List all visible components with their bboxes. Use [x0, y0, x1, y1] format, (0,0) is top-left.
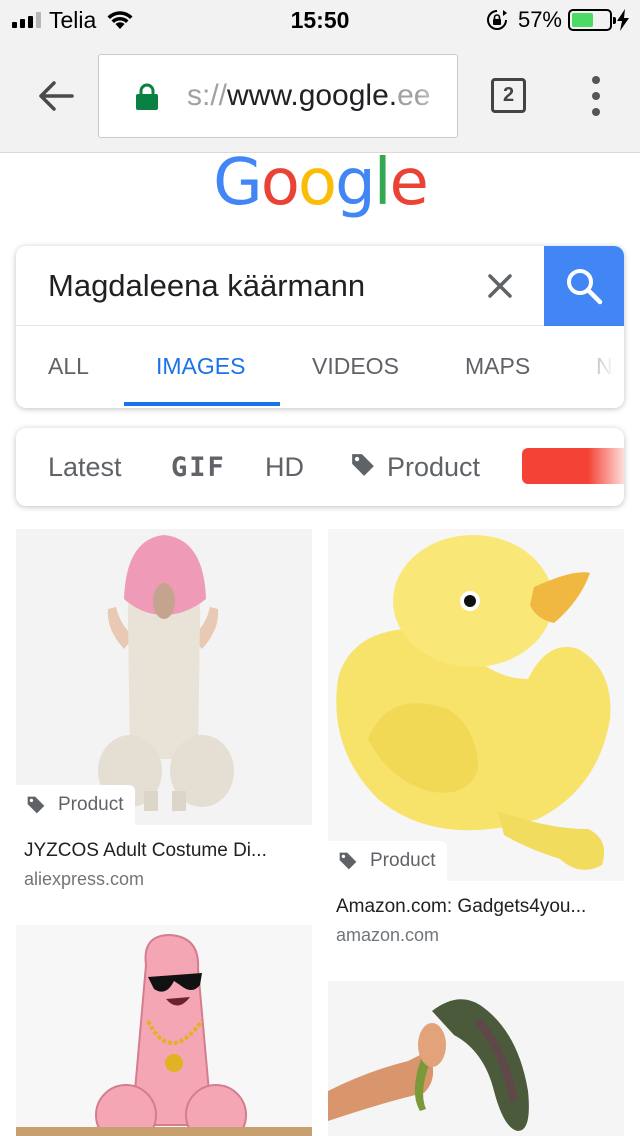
rotation-lock-icon	[486, 10, 507, 30]
search-card: Magdaleena käärmann ALL IMAGES VIDEOS MA…	[16, 246, 624, 408]
eggplant-image	[328, 981, 624, 1136]
charging-bolt-icon	[617, 9, 629, 31]
result-thumbnail[interactable]	[16, 529, 312, 825]
url-host: www.google.	[227, 79, 398, 112]
result-title[interactable]: Amazon.com: Gadgets4you...	[336, 896, 586, 918]
address-bar[interactable]: s://www.google.ee	[98, 54, 458, 138]
search-input[interactable]: Magdaleena käärmann	[48, 268, 365, 304]
product-badge: Product	[16, 785, 136, 825]
url-text: s://www.google.ee	[187, 79, 431, 113]
result-title[interactable]: JYZCOS Adult Costume Di...	[24, 840, 267, 862]
clear-icon[interactable]	[482, 268, 518, 304]
status-right: 57%	[486, 7, 630, 32]
chip-color-red[interactable]	[522, 448, 624, 484]
tag-icon	[339, 852, 357, 870]
image-result[interactable]: Product JYZCOS Adult Costume Di... aliex…	[16, 529, 312, 889]
duck-image	[328, 529, 624, 881]
chip-product[interactable]: Product	[387, 452, 480, 483]
search-icon	[567, 269, 603, 305]
secure-lock-icon	[136, 83, 158, 110]
image-result[interactable]	[16, 925, 312, 1136]
google-logo[interactable]: Google	[0, 146, 640, 220]
image-result[interactable]: Product Amazon.com: Gadgets4you... amazo…	[328, 529, 624, 949]
battery-level	[572, 13, 593, 27]
url-scheme: s://	[187, 79, 228, 112]
search-tabs: ALL IMAGES VIDEOS MAPS NE	[16, 327, 624, 408]
tab-videos[interactable]: VIDEOS	[312, 353, 399, 380]
image-result[interactable]	[328, 981, 624, 1136]
chip-latest[interactable]: Latest	[48, 452, 122, 483]
logo-letter: e	[389, 146, 428, 220]
logo-letter: o	[260, 146, 300, 220]
result-thumbnail[interactable]	[16, 925, 312, 1136]
active-tab-indicator	[124, 402, 280, 406]
filter-chips: Latest GIF HD Product	[16, 428, 624, 506]
logo-letter: g	[335, 146, 376, 220]
logo-letter: G	[213, 146, 263, 220]
browser-toolbar: s://www.google.ee 2	[0, 40, 640, 153]
search-box: Magdaleena käärmann	[16, 246, 624, 326]
chip-hd[interactable]: HD	[265, 452, 304, 483]
logo-letter: o	[297, 146, 337, 220]
result-thumbnail[interactable]	[328, 981, 624, 1136]
cartoon-image	[16, 925, 312, 1136]
tag-icon	[27, 796, 45, 814]
tab-maps[interactable]: MAPS	[465, 353, 530, 380]
badge-label: Product	[370, 850, 436, 871]
product-badge: Product	[328, 841, 448, 881]
back-arrow-icon[interactable]	[36, 76, 76, 116]
badge-label: Product	[58, 794, 124, 815]
battery-percent: 57%	[517, 7, 562, 32]
costume-image	[16, 529, 312, 825]
tab-all[interactable]: ALL	[48, 353, 89, 380]
tab-switcher-button[interactable]: 2	[491, 78, 526, 113]
logo-letter: l	[373, 146, 392, 220]
chip-gif[interactable]: GIF	[171, 452, 226, 483]
search-button[interactable]	[544, 246, 624, 326]
result-source: amazon.com	[336, 925, 440, 945]
result-source: aliexpress.com	[24, 869, 145, 889]
battery-icon	[568, 9, 616, 31]
overflow-menu-icon[interactable]	[588, 76, 604, 116]
result-thumbnail[interactable]	[328, 529, 624, 881]
tag-icon	[352, 454, 374, 476]
tab-images[interactable]: IMAGES	[156, 353, 245, 380]
status-bar: Telia 15:50 57%	[0, 0, 640, 40]
